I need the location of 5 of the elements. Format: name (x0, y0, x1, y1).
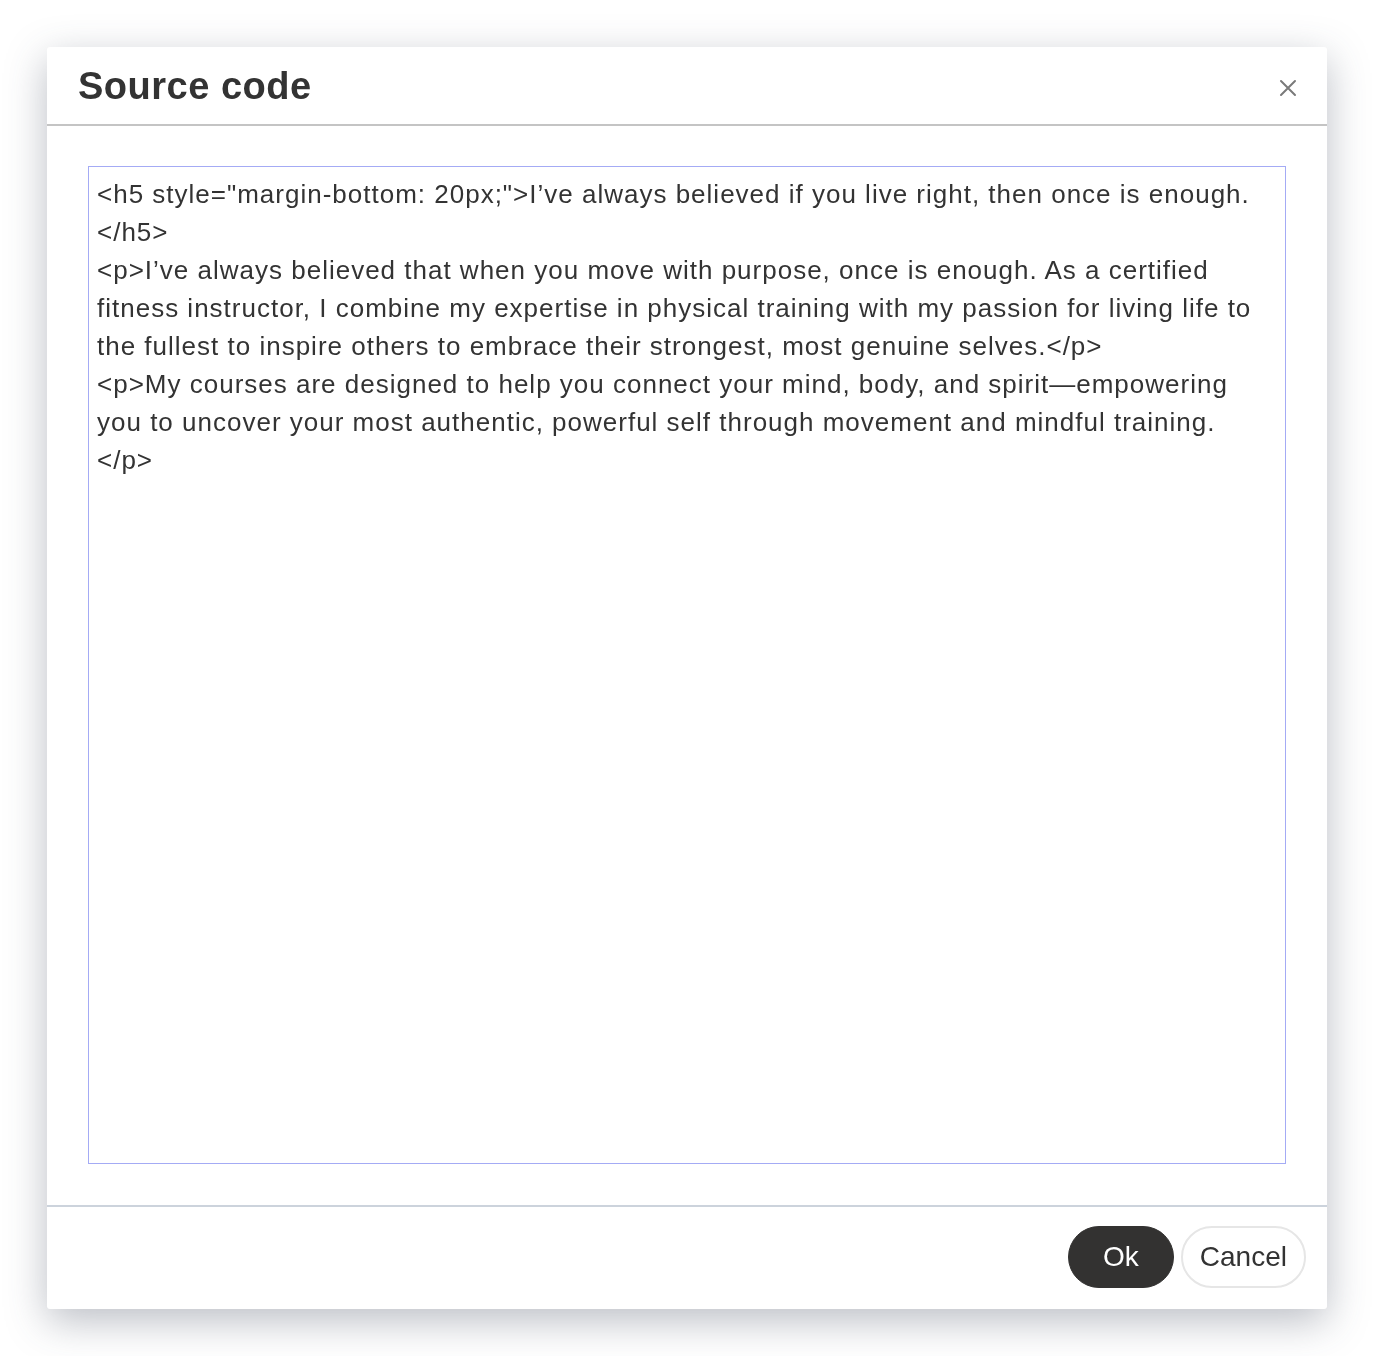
dialog-title: Source code (78, 66, 312, 105)
close-icon[interactable] (1279, 78, 1297, 97)
ok-button[interactable]: Ok (1068, 1226, 1174, 1288)
source-code-textarea[interactable]: <h5 style="margin-bottom: 20px;">I’ve always believed if you live right, then once is enough. </h5> <p>I’ve always believed that when you move with purpose, once is enough. As a certified fitness instructor, I combine my expertise in physical training with my passion for living life to the fullest to inspire others to embrace their strongest, most genuine selves.</p> <p>My courses are designed to help you connect your mind, body, and spirit—empowering you to uncover your most authentic, powerful self through movement and mindful training. </p> (88, 166, 1286, 1164)
cancel-button[interactable]: Cancel (1180, 1226, 1306, 1288)
